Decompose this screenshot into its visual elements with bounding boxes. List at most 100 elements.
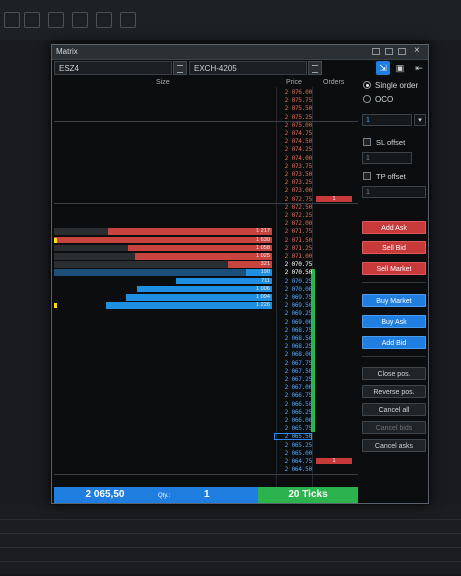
pin-toggle-button[interactable]: ⇲ <box>376 61 390 75</box>
ask-size-bar[interactable]: 1 025 <box>135 253 272 260</box>
ask-size-bar[interactable]: 1 217 <box>108 228 272 235</box>
price-cell[interactable]: 2 071.50 <box>276 237 313 244</box>
toolbar-icon <box>72 12 88 28</box>
price-cell[interactable]: 2 068.50 <box>276 335 313 342</box>
price-cell[interactable]: 2 073.00 <box>276 187 313 194</box>
price-cell[interactable]: 2 073.25 <box>276 179 313 186</box>
price-cell[interactable]: 2 067.50 <box>276 368 313 375</box>
price-cell[interactable]: 2 070.50 <box>276 269 313 276</box>
price-cell[interactable]: 2 073.75 <box>276 163 313 170</box>
restore-icon[interactable] <box>372 48 380 55</box>
reverse-position-button[interactable]: Reverse pos. <box>362 385 426 398</box>
add-bid-button[interactable]: Add Bid <box>362 336 426 349</box>
price-cell[interactable]: 2 066.75 <box>276 392 313 399</box>
quantity-display[interactable]: Qty.: 1 <box>156 487 258 503</box>
price-cell[interactable]: 2 073.50 <box>276 171 313 178</box>
instrument-symbol: ESZ4 <box>59 64 80 73</box>
bid-size-bar[interactable]: 1 226 <box>106 302 272 309</box>
price-cell[interactable]: 2 074.75 <box>276 130 313 137</box>
price-cell[interactable]: 2 066.50 <box>276 401 313 408</box>
working-order[interactable]: 1 <box>316 458 352 464</box>
price-cell[interactable]: 2 072.50 <box>276 204 313 211</box>
background-panel-right <box>430 40 461 510</box>
price-cell[interactable]: 2 068.00 <box>276 351 313 358</box>
price-cell[interactable]: 2 064.75 <box>276 458 313 465</box>
ask-size-bar[interactable]: 1 630 <box>54 236 272 244</box>
cancel-all-button[interactable]: Cancel all <box>362 403 426 416</box>
background-panel-bottom <box>0 505 461 574</box>
sl-offset-checkbox[interactable] <box>363 138 371 146</box>
quantity-dropdown[interactable]: ▾ <box>414 114 426 126</box>
price-cell[interactable]: 2 072.25 <box>276 212 313 219</box>
price-cell[interactable]: 2 074.25 <box>276 146 313 153</box>
close-position-button[interactable]: Close pos. <box>362 367 426 380</box>
price-cell[interactable]: 2 069.50 <box>276 302 313 309</box>
price-cell[interactable]: 2 065.50 <box>276 433 313 440</box>
price-cell[interactable]: 2 067.75 <box>276 360 313 367</box>
minimize-icon[interactable] <box>398 48 406 55</box>
ask-size-bar[interactable]: 321 <box>228 261 272 268</box>
sell-market-button[interactable]: Sell Market <box>362 262 426 275</box>
buy-ask-button[interactable]: Buy Ask <box>362 315 426 328</box>
ask-size-bar[interactable]: 1 058 <box>128 244 272 252</box>
instrument-field[interactable]: ESZ4 <box>54 61 172 75</box>
price-cell[interactable]: 2 070.25 <box>276 278 313 285</box>
price-cell[interactable]: 2 076.00 <box>276 89 313 96</box>
price-cell[interactable]: 2 067.25 <box>276 376 313 383</box>
price-cell[interactable]: 2 071.00 <box>276 253 313 260</box>
bid-size-bar[interactable]: 711 <box>176 277 272 285</box>
price-cell[interactable]: 2 072.00 <box>276 220 313 227</box>
price-cell[interactable]: 2 065.25 <box>276 442 313 449</box>
price-cell[interactable]: 2 074.00 <box>276 155 313 162</box>
tp-offset-input[interactable]: 1 <box>362 186 426 198</box>
collapse-panel-icon[interactable]: ⇤ <box>412 61 426 75</box>
price-cell[interactable]: 2 070.00 <box>276 286 313 293</box>
working-order[interactable]: 1 <box>316 195 352 202</box>
bid-row-background <box>54 269 272 276</box>
price-cell[interactable]: 2 075.25 <box>276 114 313 121</box>
price-cell[interactable]: 2 065.75 <box>276 425 313 432</box>
price-cell[interactable]: 2 072.75 <box>276 196 313 203</box>
bid-size-bar[interactable]: 190 <box>246 269 272 276</box>
price-cell[interactable]: 2 071.75 <box>276 228 313 235</box>
add-ask-button[interactable]: Add Ask <box>362 221 426 234</box>
price-cell[interactable]: 2 069.00 <box>276 319 313 326</box>
cancel-asks-button[interactable]: Cancel asks <box>362 439 426 452</box>
single-order-radio[interactable] <box>363 81 371 89</box>
price-cell[interactable]: 2 067.00 <box>276 384 313 391</box>
cancel-bids-button[interactable]: Cancel bids <box>362 421 426 434</box>
sell-bid-button[interactable]: Sell Bid <box>362 241 426 254</box>
price-cell[interactable]: 2 068.25 <box>276 343 313 350</box>
position-marker <box>54 237 57 243</box>
title-bar[interactable]: Matrix × <box>52 45 428 60</box>
bid-size-bar[interactable]: 1 094 <box>126 294 272 301</box>
bid-size-bar[interactable]: 1 006 <box>137 285 272 293</box>
price-cell[interactable]: 2 069.25 <box>276 310 313 317</box>
price-cell[interactable]: 2 071.25 <box>276 245 313 252</box>
settings-icon[interactable]: ▣ <box>393 61 407 75</box>
buy-market-button[interactable]: Buy Market <box>362 294 426 307</box>
account-menu-button[interactable] <box>308 61 322 75</box>
close-icon[interactable]: × <box>414 46 420 56</box>
size-column-header: Size <box>156 79 170 86</box>
price-cell[interactable]: 2 074.50 <box>276 138 313 145</box>
price-ladder[interactable]: 1 217 1 630 1 058 1 025 321 190 711 1 006 1 094 1… <box>54 87 358 487</box>
price-cell[interactable]: 2 069.75 <box>276 294 313 301</box>
price-cell[interactable]: 2 064.50 <box>276 466 313 473</box>
price-cell[interactable]: 2 070.75 <box>276 261 313 268</box>
quantity-input[interactable]: 1 <box>362 114 412 126</box>
instrument-menu-button[interactable] <box>173 61 187 75</box>
price-cell[interactable]: 2 075.75 <box>276 97 313 104</box>
price-cell[interactable]: 2 075.50 <box>276 105 313 112</box>
price-cell[interactable]: 2 065.00 <box>276 450 313 457</box>
tp-offset-checkbox[interactable] <box>363 172 371 180</box>
price-cell[interactable]: 2 066.00 <box>276 417 313 424</box>
price-cell[interactable]: 2 066.25 <box>276 409 313 416</box>
account-field[interactable]: EXCH-4205 <box>189 61 307 75</box>
maximize-icon[interactable] <box>385 48 393 55</box>
price-cell[interactable]: 2 068.75 <box>276 327 313 334</box>
oco-radio[interactable] <box>363 95 371 103</box>
sl-offset-input[interactable]: 1 <box>362 152 412 164</box>
price-cell[interactable]: 2 075.00 <box>276 122 313 129</box>
toolbar-icon <box>24 12 40 28</box>
